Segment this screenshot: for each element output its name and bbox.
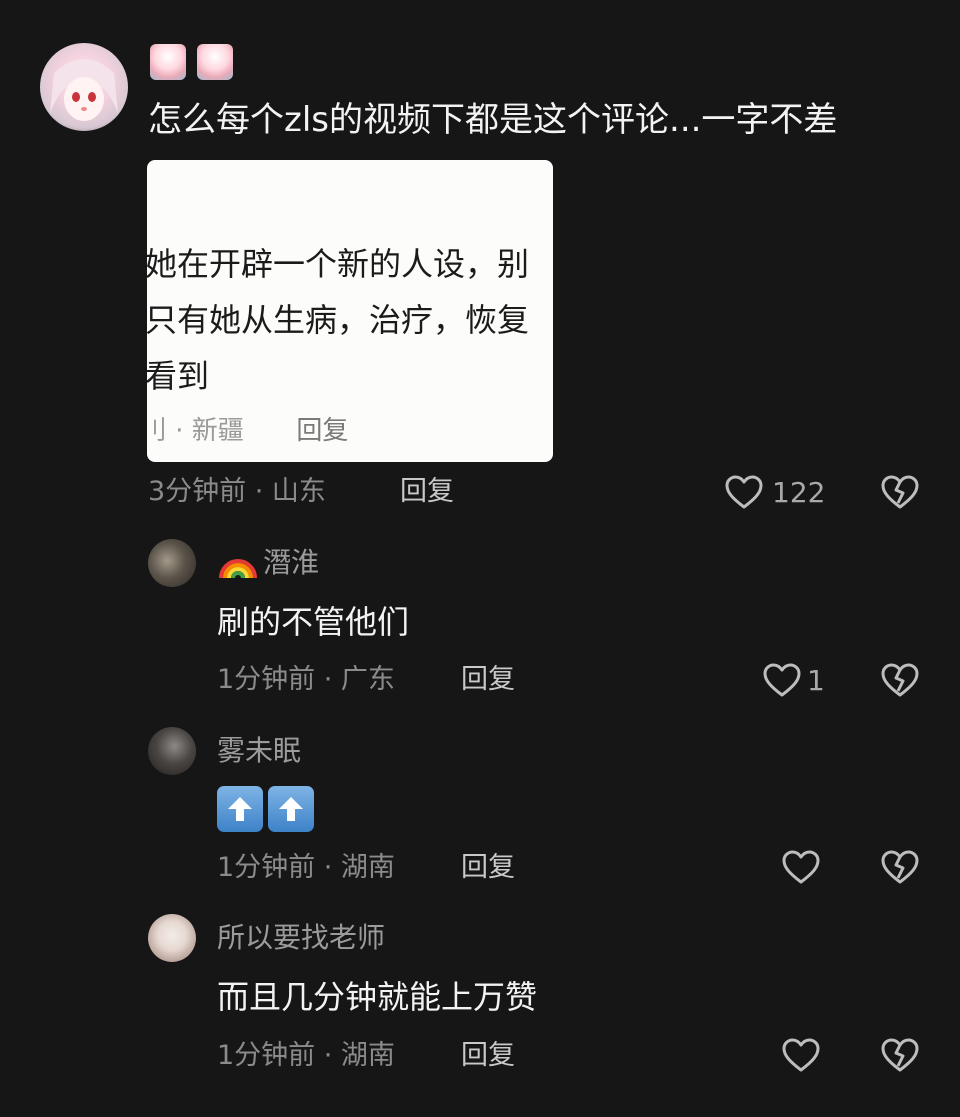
reply-button[interactable]: 回复 (461, 664, 515, 696)
reply-time-location: 1分钟前 · 广东 (217, 664, 395, 695)
avatar[interactable] (148, 727, 196, 775)
screenshot-line: 只有她从生病，治疗，恢复 (147, 301, 530, 339)
like-heart-icon[interactable] (724, 473, 764, 513)
like-count: 1 (807, 664, 825, 697)
comment-screenshot-image[interactable]: 她在开辟一个新的人设，别 只有她从生病，治疗，恢复 看到 刂 · 新疆 回复 (147, 160, 553, 462)
screenshot-time-location: 刂 · 新疆 (147, 416, 244, 446)
avatar[interactable] (148, 914, 196, 962)
screenshot-line: 她在开辟一个新的人设，别 (147, 245, 530, 283)
like-heart-icon[interactable] (781, 848, 821, 888)
avatar[interactable] (148, 539, 196, 587)
username[interactable]: 所以要找老师 (217, 921, 385, 955)
like-heart-icon[interactable] (781, 1036, 821, 1076)
reply-time-location: 1分钟前 · 湖南 (217, 1040, 395, 1071)
like-count: 122 (772, 476, 826, 509)
comment-time-location: 3分钟前 · 山东 (148, 476, 326, 507)
avatar[interactable] (40, 43, 128, 131)
username[interactable]: 雾未眠 (217, 734, 301, 768)
screenshot-meta: 刂 · 新疆 回复 (147, 410, 348, 447)
reply-button[interactable]: 回复 (461, 1040, 515, 1072)
reply-time-location: 1分钟前 · 湖南 (217, 852, 395, 883)
dislike-broken-heart-icon[interactable] (880, 661, 920, 701)
dislike-broken-heart-icon[interactable] (880, 848, 920, 888)
reply-button[interactable]: 回复 (400, 476, 454, 508)
shaved-ice-icon (197, 44, 233, 80)
rainbow-icon (217, 544, 259, 580)
screenshot-reply-label: 回复 (296, 416, 349, 446)
dislike-broken-heart-icon[interactable] (880, 1036, 920, 1076)
comment-text: 怎么每个zls的视频下都是这个评论...一字不差 (148, 100, 838, 140)
like-heart-icon[interactable] (762, 661, 802, 701)
reply-button[interactable]: 回复 (461, 852, 515, 884)
username[interactable]: 潛淮 (263, 546, 319, 580)
reply-text: 而且几分钟就能上万赞 (217, 978, 538, 1016)
screenshot-line: 看到 (147, 357, 210, 395)
up-arrow-icon (268, 786, 314, 832)
shaved-ice-icon (150, 44, 186, 80)
dislike-broken-heart-icon[interactable] (880, 473, 920, 513)
up-arrow-icon (217, 786, 263, 832)
reply-text: 刷的不管他们 (217, 603, 410, 641)
